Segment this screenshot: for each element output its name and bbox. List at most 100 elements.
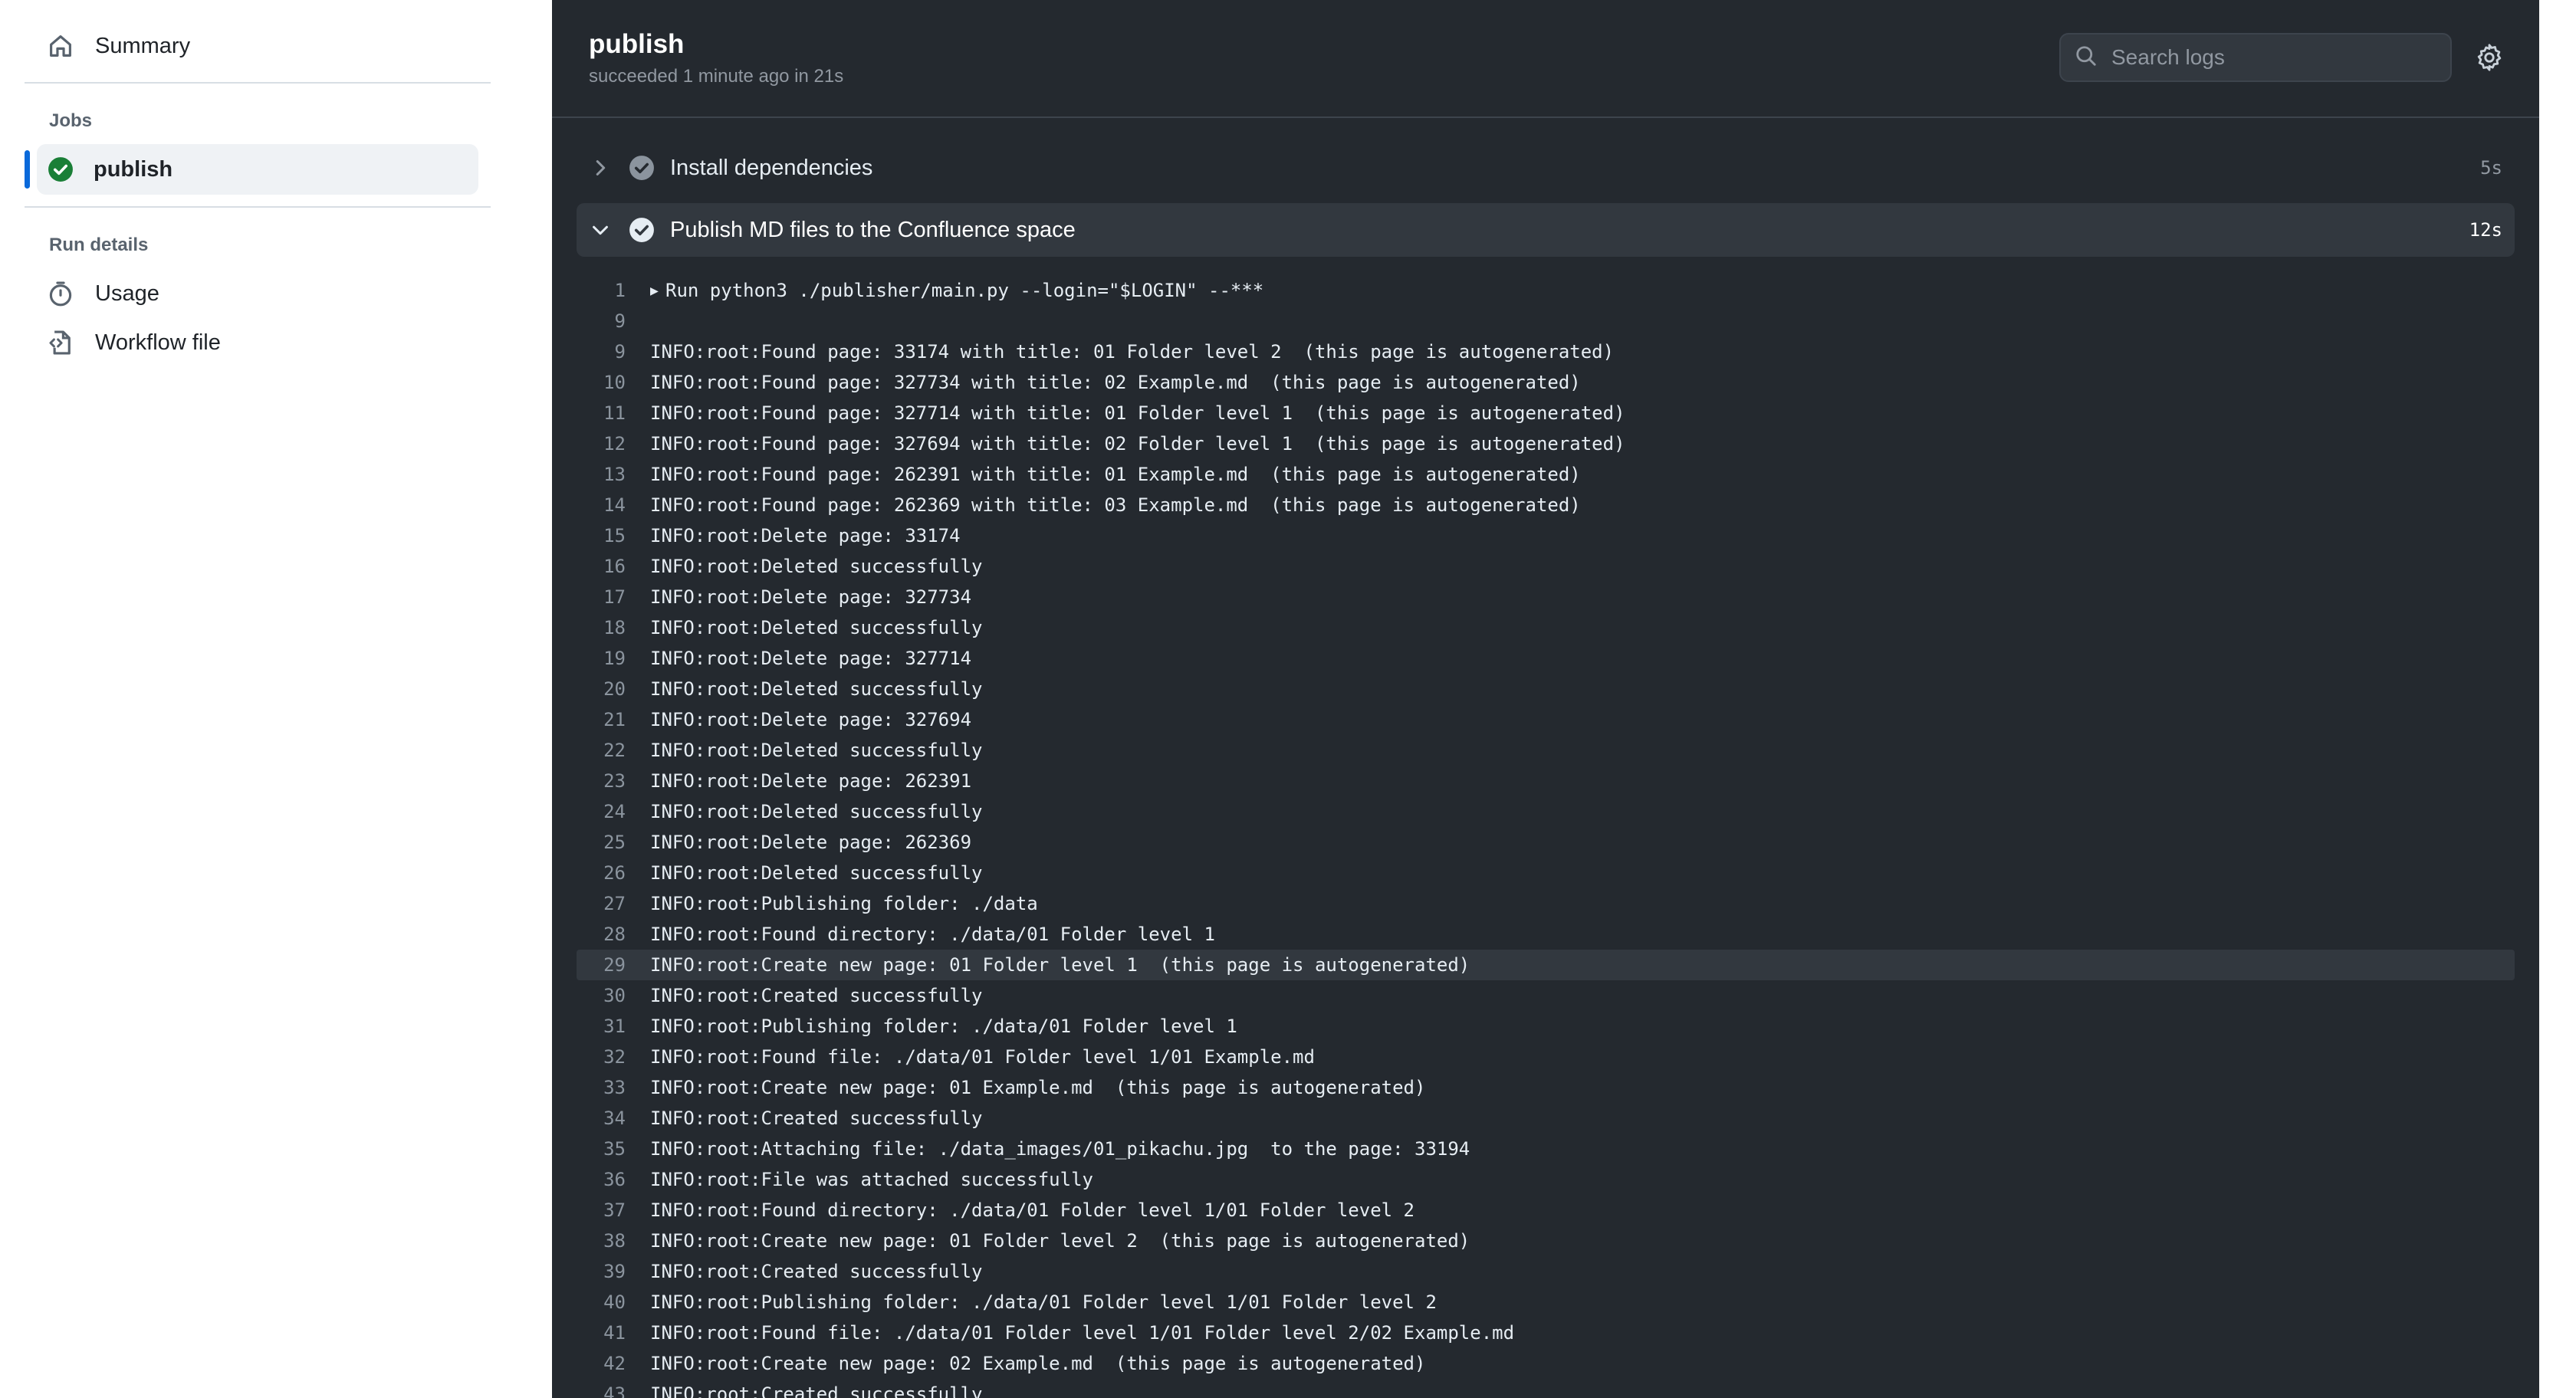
log-line-number[interactable]: 18 xyxy=(577,617,650,638)
log-line-number[interactable]: 41 xyxy=(577,1322,650,1344)
sidebar-item-workflow-file[interactable]: Workflow file xyxy=(37,317,221,368)
log-line[interactable]: 24 INFO:root:Deleted successfully xyxy=(577,796,2515,827)
log-line[interactable]: 9 xyxy=(577,306,2515,336)
log-line-number[interactable]: 17 xyxy=(577,586,650,608)
step-install-dependencies[interactable]: Install dependencies 5s xyxy=(577,141,2515,195)
log-line[interactable]: 41 INFO:root:Found file: ./data/01 Folder… xyxy=(577,1318,2515,1348)
log-line[interactable]: 30 INFO:root:Created successfully xyxy=(577,980,2515,1011)
log-line-number[interactable]: 11 xyxy=(577,402,650,424)
sidebar-item-usage[interactable]: Usage xyxy=(37,268,159,319)
log-line[interactable]: 10 INFO:root:Found page: 327734 with titl… xyxy=(577,367,2515,398)
log-line-number[interactable]: 24 xyxy=(577,801,650,822)
log-line-number[interactable]: 30 xyxy=(577,985,650,1006)
log-line[interactable]: 34 INFO:root:Created successfully xyxy=(577,1103,2515,1134)
log-line[interactable]: 32 INFO:root:Found file: ./data/01 Folder… xyxy=(577,1042,2515,1072)
log-line-number[interactable]: 9 xyxy=(577,310,650,332)
log-line[interactable]: 17 INFO:root:Delete page: 327734 xyxy=(577,582,2515,612)
chevron-down-icon xyxy=(589,218,612,241)
expand-triangle-icon[interactable]: ▶ xyxy=(650,283,665,299)
log-line-number[interactable]: 10 xyxy=(577,372,650,393)
log-line[interactable]: 33 INFO:root:Create new page: 01 Example.… xyxy=(577,1072,2515,1103)
log-line[interactable]: 22 INFO:root:Deleted successfully xyxy=(577,735,2515,766)
log-line-number[interactable]: 31 xyxy=(577,1016,650,1037)
log-line[interactable]: 26 INFO:root:Deleted successfully xyxy=(577,858,2515,888)
log-line-number[interactable]: 20 xyxy=(577,678,650,700)
log-line-number[interactable]: 14 xyxy=(577,494,650,516)
log-line-number[interactable]: 12 xyxy=(577,433,650,455)
log-line-text: INFO:root:Publishing folder: ./data/01 F… xyxy=(650,1016,1237,1037)
log-line[interactable]: 9 INFO:root:Found page: 33174 with title:… xyxy=(577,336,2515,367)
step-duration: 12s xyxy=(2469,219,2502,241)
log-line-text: INFO:root:Created successfully xyxy=(650,985,983,1006)
log-line-number[interactable]: 36 xyxy=(577,1169,650,1190)
log-line[interactable]: 23 INFO:root:Delete page: 262391 xyxy=(577,766,2515,796)
log-line-text: INFO:root:Deleted successfully xyxy=(650,740,983,761)
log-line-number[interactable]: 25 xyxy=(577,832,650,853)
log-line-number[interactable]: 13 xyxy=(577,464,650,485)
log-line[interactable]: 13 INFO:root:Found page: 262391 with titl… xyxy=(577,459,2515,490)
log-line-number[interactable]: 34 xyxy=(577,1108,650,1129)
header-divider xyxy=(552,116,2539,118)
log-line-number[interactable]: 26 xyxy=(577,862,650,884)
log-line[interactable]: 19 INFO:root:Delete page: 327714 xyxy=(577,643,2515,674)
log-line-number[interactable]: 38 xyxy=(577,1230,650,1252)
log-line-text: INFO:root:Create new page: 01 Folder lev… xyxy=(650,954,1470,976)
search-logs[interactable] xyxy=(2059,33,2452,82)
log-line-number[interactable]: 21 xyxy=(577,709,650,730)
log-line[interactable]: 16 INFO:root:Deleted successfully xyxy=(577,551,2515,582)
log-line[interactable]: 43 INFO:root:Created successfully xyxy=(577,1379,2515,1398)
log-line[interactable]: 28 INFO:root:Found directory: ./data/01 F… xyxy=(577,919,2515,950)
log-line-number[interactable]: 35 xyxy=(577,1138,650,1160)
log-line-number[interactable]: 27 xyxy=(577,893,650,914)
log-line[interactable]: 40 INFO:root:Publishing folder: ./data/01… xyxy=(577,1287,2515,1318)
log-line-number[interactable]: 42 xyxy=(577,1353,650,1374)
log-line-number[interactable]: 37 xyxy=(577,1199,650,1221)
gear-icon[interactable] xyxy=(2475,43,2504,72)
log-line[interactable]: 27 INFO:root:Publishing folder: ./data xyxy=(577,888,2515,919)
log-line[interactable]: 18 INFO:root:Deleted successfully xyxy=(577,612,2515,643)
log-line[interactable]: 11 INFO:root:Found page: 327714 with titl… xyxy=(577,398,2515,428)
step-name: Install dependencies xyxy=(670,155,873,180)
log-line-number[interactable]: 15 xyxy=(577,525,650,546)
log-line-text: INFO:root:Found directory: ./data/01 Fol… xyxy=(650,924,1215,945)
log-line[interactable]: 38 INFO:root:Create new page: 01 Folder l… xyxy=(577,1226,2515,1256)
log-line-text: INFO:root:Publishing folder: ./data xyxy=(650,893,1038,914)
log-line[interactable]: 37 INFO:root:Found directory: ./data/01 F… xyxy=(577,1195,2515,1226)
sidebar-item-summary[interactable]: Summary xyxy=(37,21,190,71)
log-line[interactable]: 20 INFO:root:Deleted successfully xyxy=(577,674,2515,704)
log-line[interactable]: 14 INFO:root:Found page: 262369 with titl… xyxy=(577,490,2515,520)
log-line[interactable]: 35 INFO:root:Attaching file: ./data_image… xyxy=(577,1134,2515,1164)
sidebar-divider xyxy=(25,206,491,208)
log-line-number[interactable]: 40 xyxy=(577,1291,650,1313)
log-line[interactable]: 36 INFO:root:File was attached successful… xyxy=(577,1164,2515,1195)
log-line-number[interactable]: 43 xyxy=(577,1383,650,1398)
log-line-text: INFO:root:Created successfully xyxy=(650,1383,983,1398)
log-line-number[interactable]: 39 xyxy=(577,1261,650,1282)
log-line-text: INFO:root:Deleted successfully xyxy=(650,862,983,884)
step-publish-md-files[interactable]: Publish MD files to the Confluence space… xyxy=(577,203,2515,257)
log-line-number[interactable]: 28 xyxy=(577,924,650,945)
log-line[interactable]: 1 ▶ Run python3 ./publisher/main.py --logi… xyxy=(577,275,2515,306)
log-line-number[interactable]: 33 xyxy=(577,1077,650,1098)
log-line-number[interactable]: 23 xyxy=(577,770,650,792)
log-line[interactable]: 12 INFO:root:Found page: 327694 with titl… xyxy=(577,428,2515,459)
log-line[interactable]: 29 INFO:root:Create new page: 01 Folder l… xyxy=(577,950,2515,980)
sidebar-item-label: Workflow file xyxy=(95,330,221,355)
log-line[interactable]: 21 INFO:root:Delete page: 327694 xyxy=(577,704,2515,735)
log-line-number[interactable]: 22 xyxy=(577,740,650,761)
log-line[interactable]: 42 INFO:root:Create new page: 02 Example.… xyxy=(577,1348,2515,1379)
log-line[interactable]: 25 INFO:root:Delete page: 262369 xyxy=(577,827,2515,858)
log-line[interactable]: 31 INFO:root:Publishing folder: ./data/01… xyxy=(577,1011,2515,1042)
log-line-number[interactable]: 19 xyxy=(577,648,650,669)
search-input[interactable] xyxy=(2111,45,2433,70)
log-line-text: INFO:root:Found file: ./data/01 Folder l… xyxy=(650,1322,1515,1344)
log-line-number[interactable]: 16 xyxy=(577,556,650,577)
log-line[interactable]: 15 INFO:root:Delete page: 33174 xyxy=(577,520,2515,551)
sidebar-item-job-publish[interactable]: publish xyxy=(37,144,478,195)
log-line-number[interactable]: 1 xyxy=(577,280,650,301)
log-line-number[interactable]: 29 xyxy=(577,954,650,976)
log-line[interactable]: 39 INFO:root:Created successfully xyxy=(577,1256,2515,1287)
check-circle-icon xyxy=(48,156,74,182)
log-line-number[interactable]: 32 xyxy=(577,1046,650,1068)
log-line-number[interactable]: 9 xyxy=(577,341,650,363)
